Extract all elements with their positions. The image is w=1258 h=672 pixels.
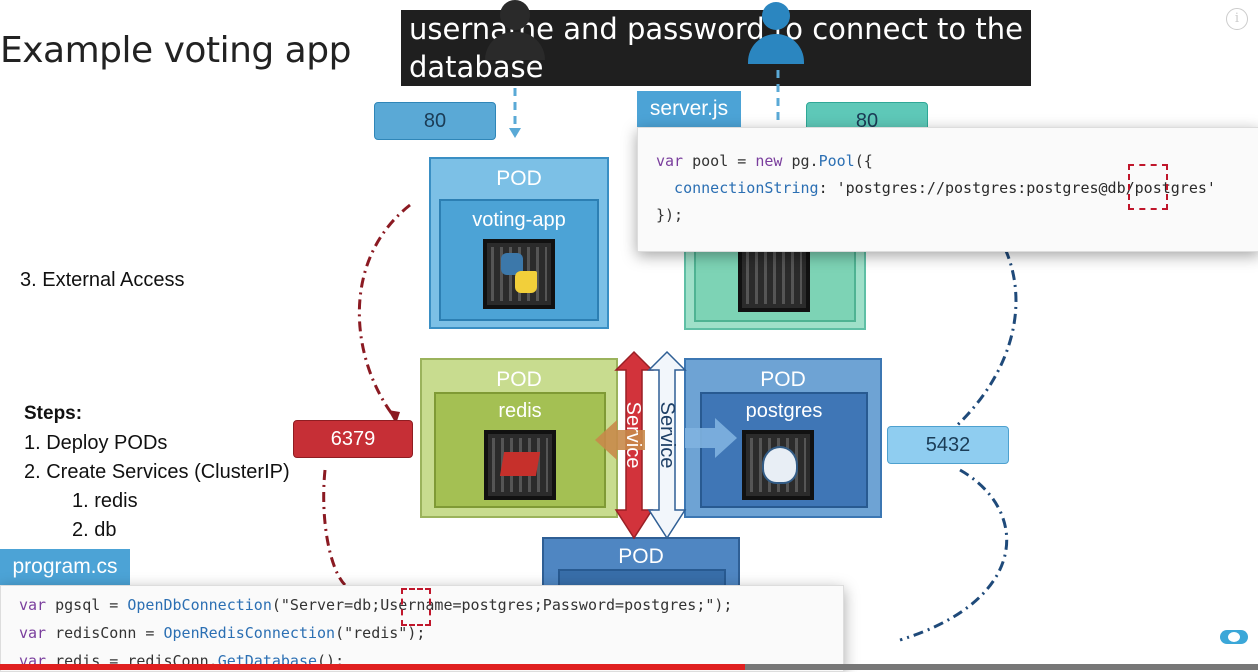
program-cs-code-panel: var pgsql = OpenDbConnection("Server=db;…: [0, 585, 844, 672]
db-port-5432: 5432: [887, 426, 1009, 464]
container-voting-app: voting-app: [439, 199, 599, 321]
substep-1: 1. redis: [72, 490, 138, 512]
redis-icon: [484, 430, 556, 500]
server-js-tab: server.js: [637, 91, 741, 127]
step-2: 2. Create Services (ClusterIP): [24, 461, 290, 483]
voting-port-80: 80: [374, 102, 496, 140]
steps-heading: Steps:: [24, 403, 83, 424]
program-cs-line-2: var redisConn = OpenRedisConnection("red…: [19, 624, 426, 642]
server-js-code-panel: var pool = new pg.Pool({ connectionStrin…: [637, 127, 1258, 252]
video-progress-played: [0, 664, 745, 670]
server-js-tab-label: server.js: [649, 97, 729, 120]
substep-2: 2. db: [72, 519, 117, 541]
program-cs-tab-label: program.cs: [12, 555, 118, 578]
pod-label: POD: [618, 545, 664, 568]
server-js-line-3: });: [656, 206, 684, 224]
channel-logo-icon: [1220, 626, 1248, 646]
redis-port-6379: 6379: [293, 420, 413, 458]
program-cs-tab: program.cs: [0, 549, 130, 585]
video-progress-track[interactable]: [0, 664, 1258, 670]
python-icon: [483, 239, 555, 309]
step-1: 1. Deploy PODs: [24, 432, 168, 454]
pod-label: POD: [496, 167, 542, 190]
external-access-text: 3. External Access: [20, 269, 185, 291]
program-cs-line-1: var pgsql = OpenDbConnection("Server=db;…: [19, 596, 733, 614]
container-label: voting-app: [472, 209, 566, 231]
highlight-db-server: [401, 588, 431, 626]
server-js-line-1: var pool = new pg.Pool({: [656, 152, 873, 170]
service-label-db: Service: [656, 401, 678, 469]
pod-voting-app[interactable]: POD voting-app: [429, 157, 609, 329]
highlight-db-host: [1128, 164, 1168, 210]
nodejs-icon: [738, 242, 810, 312]
